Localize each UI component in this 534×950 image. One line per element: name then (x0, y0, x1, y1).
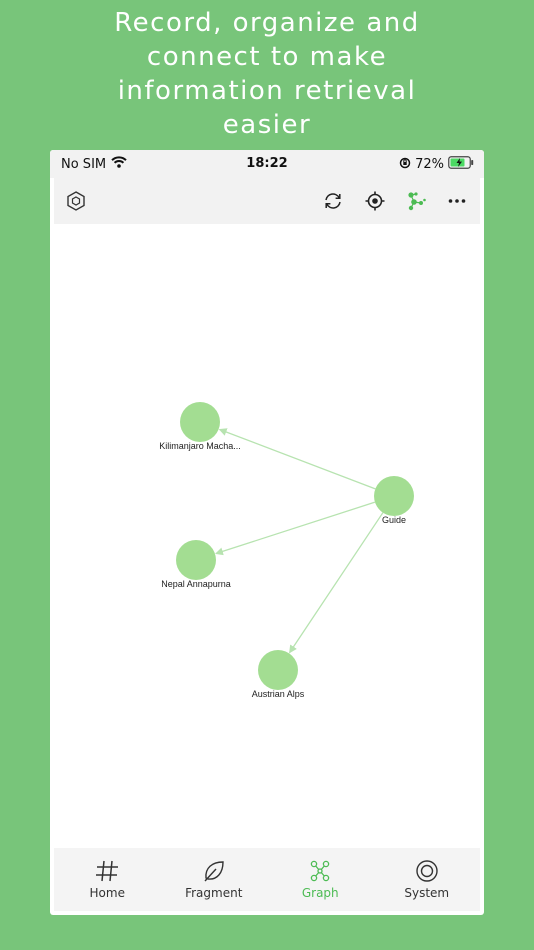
graph-layout-button[interactable] (403, 188, 429, 214)
hexagon-graph-button[interactable] (63, 188, 89, 214)
graph-node-kilimanjaro[interactable] (180, 402, 220, 442)
locate-icon (365, 191, 385, 211)
graph-node-guide[interactable] (374, 476, 414, 516)
graph-svg: Kilimanjaro Macha... Guide Nepal Annapurna… (159, 402, 414, 699)
orientation-lock-icon (399, 157, 411, 173)
more-button[interactable] (444, 188, 470, 214)
sync-icon (325, 193, 341, 209)
graph-layout-icon (408, 192, 426, 211)
graph-node-nepal[interactable] (176, 540, 216, 580)
graph-toolbar (54, 178, 480, 224)
promo-line: easier (222, 110, 312, 140)
tab-fragment-label: Fragment (185, 886, 243, 900)
tab-fragment[interactable]: Fragment (161, 848, 268, 911)
tab-graph-label: Graph (301, 886, 339, 900)
promo-headline: Record, organize and connect to make inf… (0, 6, 534, 142)
tab-bar: Home Fragment Graph System (54, 848, 480, 911)
sync-button[interactable] (320, 188, 346, 214)
graph-node-label: Kilimanjaro Macha... (159, 441, 241, 451)
status-right: 72% (399, 156, 474, 173)
tab-home[interactable]: Home (54, 848, 161, 911)
promo-line: connect to make (146, 42, 388, 72)
graph-node-label: Guide (382, 515, 406, 525)
more-icon (448, 199, 466, 203)
tab-system-label: System (404, 886, 450, 900)
graph-canvas[interactable]: Kilimanjaro Macha... Guide Nepal Annapurna… (50, 224, 484, 848)
graph-edge-guide-alps (289, 512, 384, 654)
leaf-icon (204, 861, 224, 882)
phone-screen: No SIM 18:22 72% Kilimanjaro Macha... Gu… (50, 150, 484, 915)
graph-node-label: Austrian Alps (252, 689, 305, 699)
tab-home-label: Home (89, 886, 125, 900)
graph-icon (311, 860, 330, 882)
hash-icon (96, 860, 119, 882)
locate-button[interactable] (362, 188, 388, 214)
battery-percent: 72% (415, 157, 444, 172)
promo-line: Record, organize and (114, 8, 420, 38)
hexagon-graph-icon (67, 191, 85, 211)
tab-system[interactable]: System (374, 848, 481, 911)
target-icon (416, 860, 438, 882)
tab-graph[interactable]: Graph (267, 848, 374, 911)
battery-icon (448, 156, 474, 173)
graph-node-label: Nepal Annapurna (161, 579, 231, 589)
graph-edge-guide-nepal (215, 501, 376, 556)
promo-line: information retrieval (117, 76, 417, 106)
status-bar: No SIM 18:22 72% (50, 150, 484, 178)
graph-edge-guide-kilimanjaro (218, 428, 376, 490)
graph-node-alps[interactable] (258, 650, 298, 690)
